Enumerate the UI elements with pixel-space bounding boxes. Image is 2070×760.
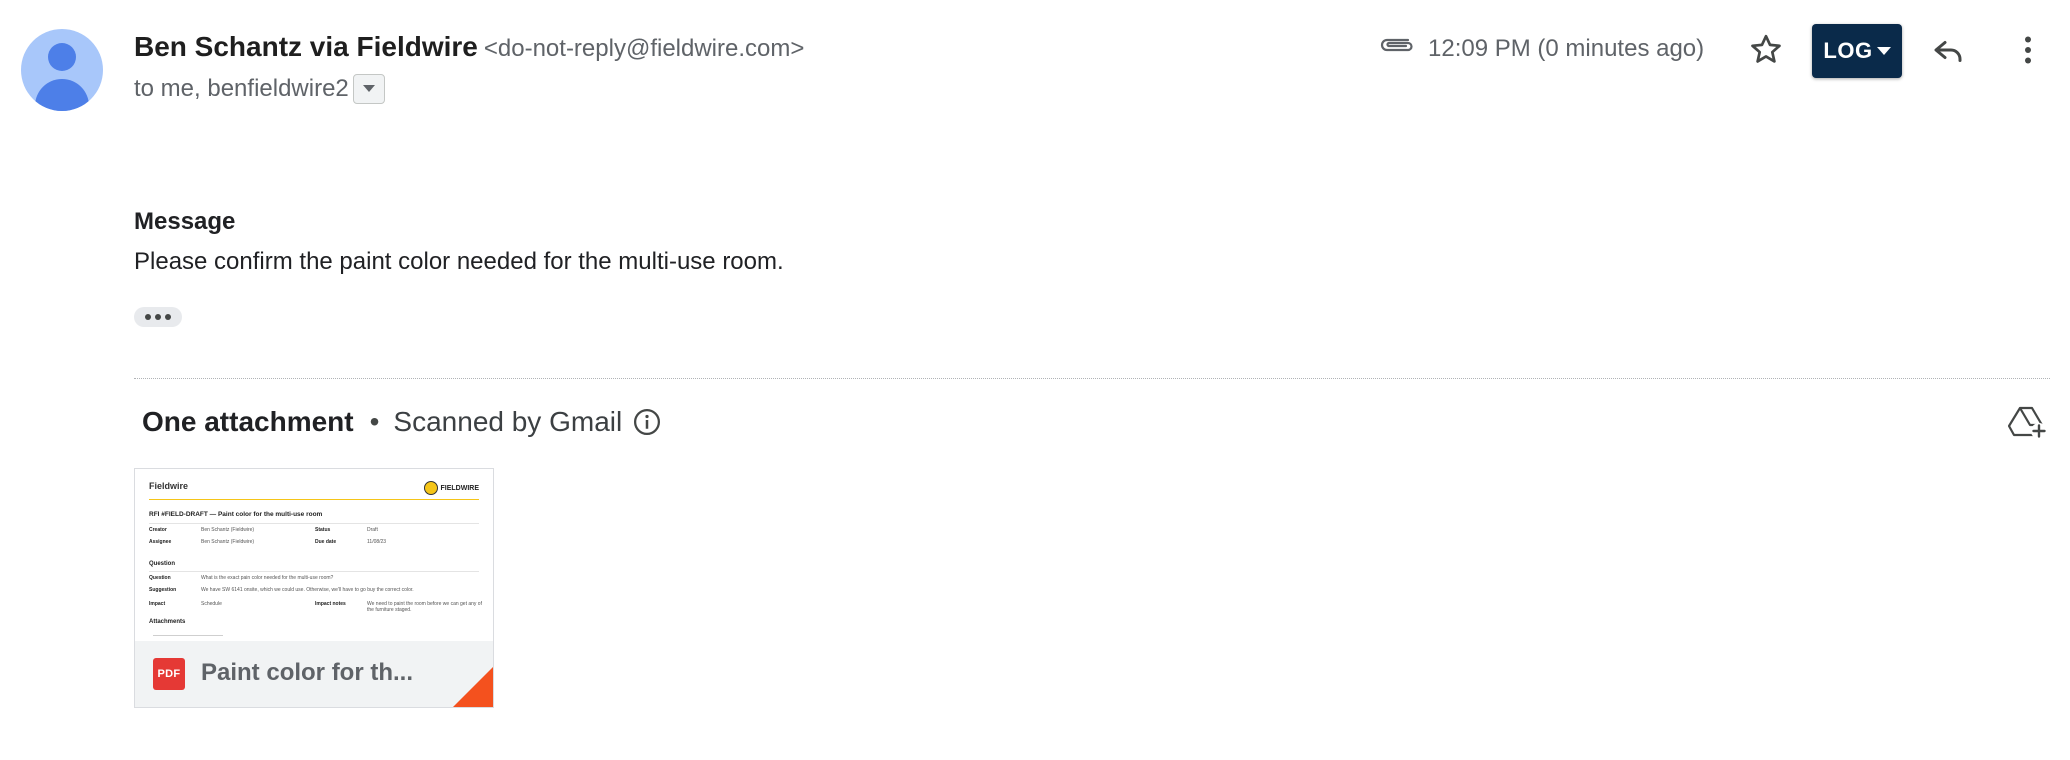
recipients-line: to me, benfieldwire2 (134, 74, 385, 104)
message-text: Please confirm the paint color needed fo… (134, 248, 784, 275)
avatar-head (48, 43, 76, 71)
show-trimmed-content-button[interactable] (134, 307, 182, 327)
add-to-drive-icon[interactable] (2008, 404, 2048, 440)
scanned-label: Scanned by Gmail (393, 406, 623, 437)
preview-divider (153, 635, 223, 636)
message-heading: Message (134, 208, 236, 235)
preview-divider (149, 523, 479, 524)
dot (145, 314, 151, 320)
preview-row: Impact Schedule Impact notes We need to … (149, 601, 482, 613)
preview-logo: FIELDWIRE (423, 481, 480, 495)
attachment-card[interactable]: Fieldwire FIELDWIRE RFI #FIELD-DRAFT — P… (134, 468, 494, 708)
preview-section: Attachments (149, 619, 186, 625)
sender-avatar[interactable] (21, 29, 103, 111)
dot (155, 314, 161, 320)
attachment-filename: Paint color for th... (201, 659, 414, 686)
attachment-footer[interactable]: PDF Paint color for th... (135, 641, 493, 707)
preview-row: Creator Ben Schantz (Fieldwire) Status D… (149, 527, 378, 533)
preview-row: Question What is the exact pain color ne… (149, 575, 334, 581)
paperclip-icon (1380, 38, 1413, 52)
preview-section: Question (149, 561, 176, 567)
show-details-button[interactable] (352, 74, 385, 104)
sender-email: <do-not-reply@fieldwire.com> (483, 35, 805, 62)
sender-name[interactable]: Ben Schantz via Fieldwire (134, 31, 478, 62)
recipients-text: to me, benfieldwire2 (134, 75, 349, 102)
avatar-body (35, 79, 89, 111)
fieldwire-logo-icon (423, 481, 438, 495)
star-icon[interactable] (1748, 32, 1784, 68)
info-icon[interactable] (632, 407, 662, 437)
sender-line: Ben Schantz via Fieldwire <do-not-reply@f… (134, 31, 804, 63)
reply-icon[interactable] (1930, 32, 1966, 68)
page-curl-icon (453, 667, 493, 707)
dot (165, 314, 171, 320)
timestamp: 12:09 PM (0 minutes ago) (1428, 35, 1705, 62)
preview-rule (149, 499, 479, 500)
caret-down-icon (1876, 47, 1891, 55)
attachments-divider (134, 378, 2050, 379)
preview-row: Assignee Ben Schantz (Fieldwire) Due dat… (149, 539, 387, 545)
attachments-count: One attachment (142, 406, 354, 437)
preview-divider (149, 571, 479, 572)
attachments-heading: One attachment • Scanned by Gmail (142, 406, 662, 438)
preview-logo-text: FIELDWIRE (440, 484, 480, 492)
preview-row: Suggestion We have SW 6141 onsite, which… (149, 587, 414, 593)
caret-down-icon (362, 85, 375, 92)
log-button[interactable]: LOG (1812, 24, 1902, 78)
more-vert-icon[interactable] (2010, 32, 2046, 68)
attachment-preview: Fieldwire FIELDWIRE RFI #FIELD-DRAFT — P… (135, 469, 493, 641)
pdf-icon-label: PDF (157, 668, 181, 680)
log-button-label: LOG (1823, 38, 1873, 63)
preview-brand: Fieldwire (149, 481, 189, 491)
preview-title: RFI #FIELD-DRAFT — Paint color for the m… (149, 511, 323, 518)
separator-dot: • (369, 406, 380, 437)
pdf-icon: PDF (153, 658, 185, 690)
